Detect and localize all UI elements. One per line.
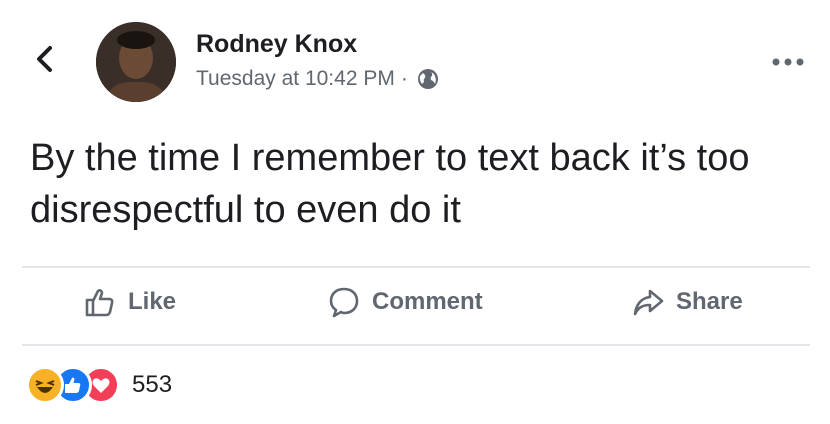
profile-photo xyxy=(96,22,176,102)
more-options-icon[interactable] xyxy=(770,56,806,68)
post-text: By the time I remember to text back it’s… xyxy=(30,137,750,231)
meta-separator: · xyxy=(400,67,408,90)
share-button[interactable]: Share xyxy=(632,286,743,318)
reaction-summary[interactable]: 553 xyxy=(26,366,172,404)
like-button[interactable]: Like xyxy=(84,286,176,318)
share-arrow-icon xyxy=(633,289,664,316)
globe-icon xyxy=(417,69,438,89)
author-name[interactable]: Rodney Knox xyxy=(196,30,357,59)
post-meta: Tuesday at 10:42 PM · xyxy=(196,67,440,91)
share-label: Share xyxy=(676,288,743,315)
post-timestamp[interactable]: Tuesday at 10:42 PM xyxy=(196,67,395,91)
reaction-count: 553 xyxy=(132,371,173,398)
like-label: Like xyxy=(128,288,177,315)
comment-label: Comment xyxy=(372,288,483,315)
comment-button[interactable]: Comment xyxy=(328,286,483,318)
avatar[interactable] xyxy=(96,22,176,102)
divider-bottom xyxy=(22,344,810,346)
action-bar: Like Comment Share xyxy=(22,270,810,344)
thumbs-up-icon xyxy=(85,289,114,317)
haha-reaction-icon xyxy=(26,366,64,404)
divider-top xyxy=(22,266,810,268)
back-chevron-icon[interactable] xyxy=(30,44,60,74)
comment-icon xyxy=(329,287,359,318)
